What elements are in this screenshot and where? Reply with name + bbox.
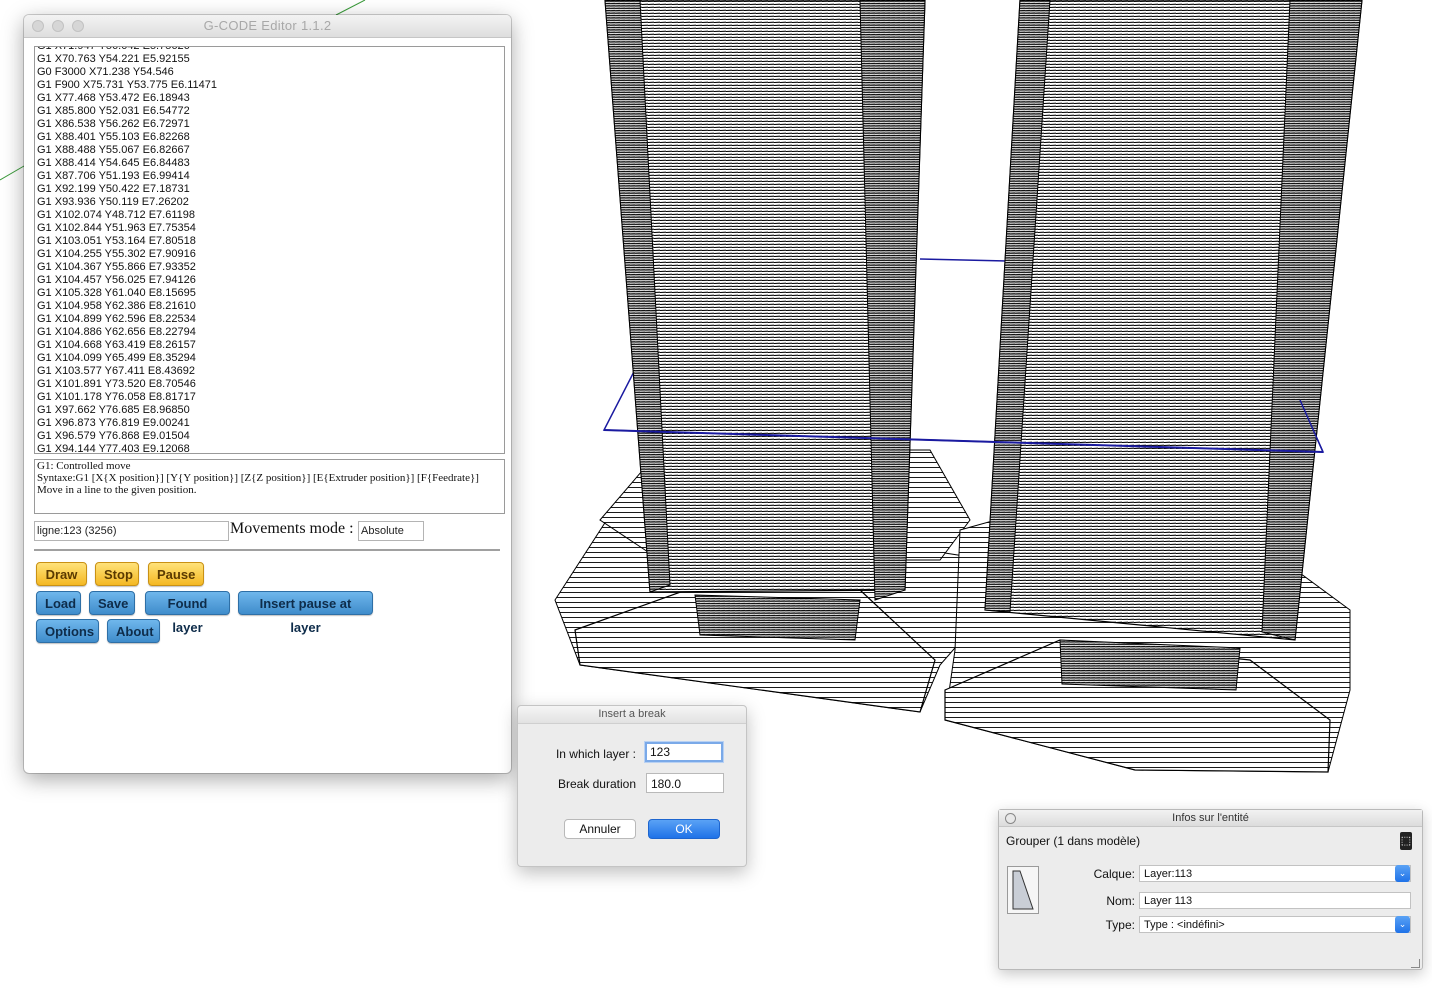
type-label: Type:: [1105, 918, 1135, 932]
ok-button[interactable]: OK: [648, 819, 720, 839]
about-button[interactable]: About: [107, 619, 160, 643]
gcode-lines: G1 X71.947 Y56.042 E5.75626 G1 X70.763 Y5…: [37, 47, 217, 453]
stop-button[interactable]: Stop: [95, 562, 139, 586]
chevron-down-icon[interactable]: ⌄: [1395, 916, 1410, 933]
gcode-line[interactable]: G1 X102.074 Y48.712 E7.61198: [37, 209, 217, 222]
gcode-line[interactable]: G1 X70.763 Y54.221 E5.92155: [37, 53, 217, 66]
gcode-line[interactable]: G1 X96.579 Y76.868 E9.01504: [37, 430, 217, 443]
entity-info-panel[interactable]: Infos sur l'entité Grouper (1 dans modèl…: [998, 809, 1423, 970]
gcode-line[interactable]: G1 X101.178 Y76.058 E8.81717: [37, 391, 217, 404]
calque-select[interactable]: Layer:113 ⌄: [1139, 865, 1411, 882]
insert-break-dialog[interactable]: Insert a break In which layer : 123 Brea…: [517, 705, 747, 867]
draw-button[interactable]: Draw: [36, 562, 87, 586]
dialog-title: Insert a break: [518, 706, 746, 724]
gcode-line[interactable]: G1 X97.662 Y76.685 E8.96850: [37, 404, 217, 417]
gcode-line[interactable]: G1 X104.958 Y62.386 E8.21610: [37, 300, 217, 313]
type-value: Type : <indéfini>: [1144, 919, 1225, 931]
load-button[interactable]: Load: [36, 591, 81, 615]
gcode-line[interactable]: G1 X86.538 Y56.262 E6.72971: [37, 118, 217, 131]
gcode-line[interactable]: G1 X94.144 Y77.403 E9.12068: [37, 443, 217, 453]
editor-titlebar[interactable]: G-CODE Editor 1.1.2: [24, 15, 511, 38]
duration-input[interactable]: 180.0: [646, 773, 724, 793]
gcode-text-area[interactable]: G1 X71.947 Y56.042 E5.75626 G1 X70.763 Y5…: [34, 46, 505, 454]
insert-pause-button[interactable]: Insert pause at layer: [238, 591, 373, 635]
movements-mode-label: Movements mode :: [230, 520, 354, 537]
help-description: Move in a line to the given position.: [37, 484, 197, 496]
panel-title: Infos sur l'entité: [999, 810, 1422, 827]
gcode-line[interactable]: G1 X104.367 Y55.866 E7.93352: [37, 261, 217, 274]
gcode-line[interactable]: G1 X96.873 Y76.819 E9.00241: [37, 417, 217, 430]
gcode-line[interactable]: G1 X105.328 Y61.040 E8.15695: [37, 287, 217, 300]
calque-value: Layer:113: [1144, 868, 1193, 880]
gcode-line[interactable]: G1 X102.844 Y51.963 E7.75354: [37, 222, 217, 235]
gcode-editor-window[interactable]: G-CODE Editor 1.1.2 G1 X71.947 Y56.042 E…: [24, 15, 511, 773]
gcode-line[interactable]: G0 F3000 X71.238 Y54.546: [37, 66, 217, 79]
entity-thumbnail: [1007, 866, 1039, 914]
gcode-line[interactable]: G1 X71.947 Y56.042 E5.75626: [37, 47, 217, 53]
close-panel-icon[interactable]: [1005, 813, 1016, 824]
gcode-line[interactable]: G1 X87.706 Y51.193 E6.99414: [37, 170, 217, 183]
help-syntax: Syntaxe:G1 [X{X position}] [Y{Y position…: [37, 472, 479, 484]
duration-label: Break duration: [557, 777, 636, 791]
gcode-line[interactable]: G1 X104.899 Y62.596 E8.22534: [37, 313, 217, 326]
chevron-down-icon[interactable]: ⌄: [1395, 865, 1410, 882]
help-command: G1: Controlled move: [37, 460, 131, 472]
nom-input[interactable]: Layer 113: [1139, 892, 1411, 909]
gcode-line[interactable]: G1 X103.051 Y53.164 E7.80518: [37, 235, 217, 248]
movements-mode-field[interactable]: Absolute: [358, 521, 424, 541]
gcode-line[interactable]: G1 X104.457 Y56.025 E7.94126: [37, 274, 217, 287]
gcode-line[interactable]: G1 X88.488 Y55.067 E6.82667: [37, 144, 217, 157]
save-button[interactable]: Save: [89, 591, 135, 615]
calque-label: Calque:: [1093, 867, 1135, 881]
type-select[interactable]: Type : <indéfini> ⌄: [1139, 916, 1411, 933]
nom-label: Nom:: [1106, 894, 1135, 908]
gcode-line[interactable]: G1 X104.099 Y65.499 E8.35294: [37, 352, 217, 365]
gcode-line[interactable]: G1 X92.199 Y50.422 E7.18731: [37, 183, 217, 196]
gcode-line[interactable]: G1 X104.255 Y55.302 E7.90916: [37, 248, 217, 261]
layer-input[interactable]: 123: [645, 742, 723, 762]
green-axis-line-left: [0, 165, 25, 181]
gcode-line[interactable]: G1 X103.577 Y67.411 E8.43692: [37, 365, 217, 378]
gcode-line[interactable]: G1 F900 X75.731 Y53.775 E6.11471: [37, 79, 217, 92]
gcode-line[interactable]: G1 X88.401 Y55.103 E6.82268: [37, 131, 217, 144]
right-tower: [984, 0, 1363, 641]
gcode-line[interactable]: G1 X88.414 Y54.645 E6.84483: [37, 157, 217, 170]
gcode-line[interactable]: G1 X93.936 Y50.119 E7.26202: [37, 196, 217, 209]
resize-grip-icon[interactable]: [1411, 959, 1420, 968]
found-layer-button[interactable]: Found layer: [145, 591, 230, 635]
line-status-field[interactable]: ligne:123 (3256): [34, 521, 229, 541]
gcode-line[interactable]: G1 X85.800 Y52.031 E6.54772: [37, 105, 217, 118]
options-button[interactable]: Options: [36, 619, 99, 643]
group-icon: [1012, 870, 1034, 910]
section-plane-top: [919, 258, 1008, 262]
entity-header: Grouper (1 dans modèle): [1006, 834, 1141, 848]
pause-button[interactable]: Pause: [148, 562, 204, 586]
left-tower: [604, 0, 926, 601]
gcode-line[interactable]: G1 X101.891 Y73.520 E8.70546: [37, 378, 217, 391]
gcode-line[interactable]: G1 X77.468 Y53.472 E6.18943: [37, 92, 217, 105]
command-help-panel: G1: Controlled move Syntaxe:G1 [X{X posi…: [34, 459, 505, 514]
gcode-line[interactable]: G1 X104.668 Y63.419 E8.26157: [37, 339, 217, 352]
layer-label: In which layer :: [555, 747, 636, 761]
toggle-details-icon[interactable]: ⬚: [1400, 832, 1412, 850]
window-title: G-CODE Editor 1.1.2: [203, 18, 332, 33]
separator: [34, 549, 500, 551]
gcode-line[interactable]: G1 X104.886 Y62.656 E8.22794: [37, 326, 217, 339]
green-axis-line: [335, 0, 366, 16]
cancel-button[interactable]: Annuler: [564, 819, 636, 839]
